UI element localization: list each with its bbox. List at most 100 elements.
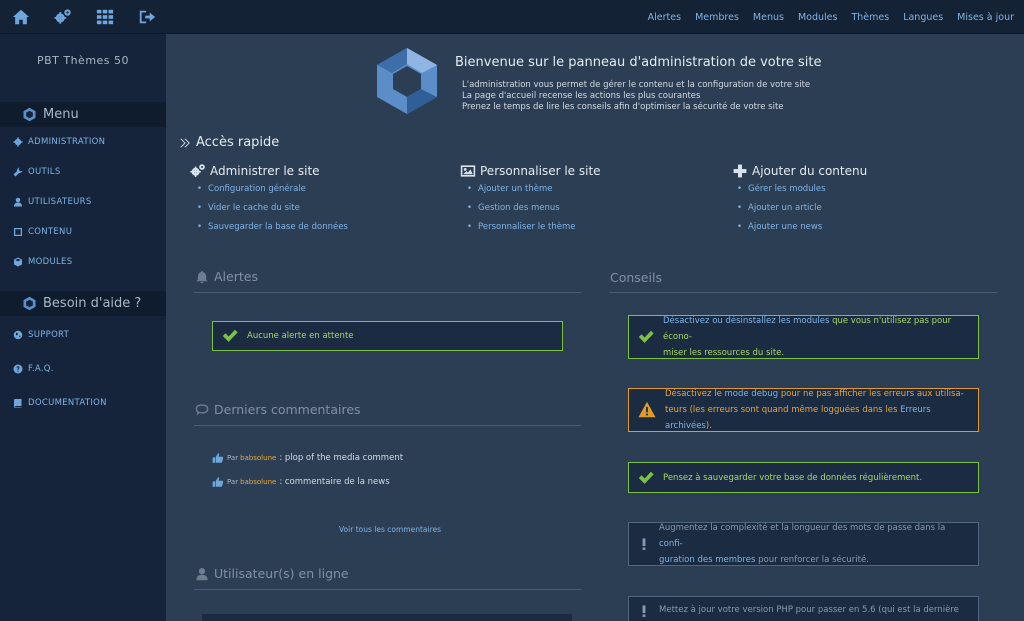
comment-text-link[interactable]: : plop of the media comment (279, 453, 403, 463)
members-config-link[interactable]: confi- (659, 539, 683, 549)
comment-user-link[interactable]: babsolune (240, 454, 276, 462)
quick-col-content-title: Ajouter du contenu (732, 163, 867, 179)
sidebar-item-administration[interactable]: ADMINISTRATION (13, 137, 105, 147)
advice-tip-text: Désactivez ou désinstallez les modules q… (663, 313, 970, 361)
quick-link-backup-db[interactable]: Sauvegarder la base de données (197, 222, 348, 232)
site-title[interactable]: PBT Thèmes 50 (0, 54, 166, 67)
comment-by-label: Par (227, 454, 239, 462)
sidebar-item-utilisateurs[interactable]: UTILISATEURS (13, 197, 92, 207)
welcome-line: L'administration vous permet de gérer le… (462, 80, 811, 90)
quick-link-add-news[interactable]: Ajouter une news (737, 222, 822, 232)
no-alert-text: Aucune alerte en attente (247, 331, 354, 341)
top-link-themes[interactable]: Thèmes (851, 12, 889, 23)
comments-divider (194, 425, 581, 426)
sidebar-item-label: MODULES (28, 257, 73, 267)
phpboost-logo (374, 46, 440, 116)
quick-link-add-theme[interactable]: Ajouter un thème (467, 184, 552, 194)
advice-tip-backup: Pensez à sauvegarder votre base de donné… (628, 462, 979, 493)
thumbs-up-icon (212, 477, 224, 487)
online-divider (194, 589, 581, 590)
comment-icon (195, 403, 209, 416)
debug-mode-link[interactable]: mode debug (725, 389, 779, 399)
top-link-modules[interactable]: Modules (798, 12, 838, 23)
sidebar-item-support[interactable]: SUPPORT (13, 330, 69, 340)
alerts-title-label: Alertes (214, 269, 258, 284)
sidebar-item-label: ADMINISTRATION (28, 137, 106, 147)
advice-tip-text: Mettez à jour votre version PHP pour pas… (659, 605, 959, 615)
tip-text-part: teurs (les erreurs sont quand même loggu… (665, 405, 901, 415)
gear-icon (13, 137, 23, 147)
comment-user-link[interactable]: babsolune (240, 478, 276, 486)
top-nav-links: Alertes Membres Menus Modules Thèmes Lan… (634, 0, 1014, 34)
advice-tip-text: Pensez à sauvegarder votre base de donné… (663, 472, 923, 483)
question-circle-icon (13, 364, 23, 374)
quick-col-admin-title: Administrer le site (190, 163, 320, 179)
plus-icon (733, 164, 747, 178)
square-icon (14, 228, 22, 236)
grid-icon[interactable] (84, 0, 126, 34)
sidebar-item-documentation[interactable]: DOCUMENTATION (13, 398, 107, 408)
quick-link-manage-modules[interactable]: Gérer les modules (737, 184, 826, 194)
help-heading-label: Besoin d'aide ? (43, 296, 142, 311)
advice-tip-debug: Désactivez le mode debug pour ne pas aff… (628, 388, 979, 432)
sidebar: PBT Thèmes 50 Menu ADMINISTRATION OUTILS… (0, 34, 166, 621)
members-config-link[interactable]: guration des membres (659, 555, 755, 565)
user-icon (196, 567, 208, 580)
sidebar-item-faq[interactable]: F.A.Q. (13, 364, 54, 374)
sidebar-item-label: CONTENU (28, 227, 73, 237)
welcome-title: Bienvenue sur le panneau d'administratio… (455, 55, 822, 70)
exclamation-icon (637, 602, 651, 620)
comment-text-link[interactable]: : commentaire de la news (279, 477, 389, 487)
top-link-alertes[interactable]: Alertes (648, 12, 681, 23)
quick-link-menus[interactable]: Gestion des menus (467, 203, 560, 213)
sign-out-icon[interactable] (126, 0, 168, 34)
sidebar-item-outils[interactable]: OUTILS (13, 167, 61, 177)
comment-item: Par babsolune : plop of the media commen… (212, 452, 403, 464)
alerts-title: Alertes (195, 269, 258, 284)
sidebar-item-label: SUPPORT (28, 330, 70, 340)
home-icon[interactable] (0, 0, 42, 34)
see-all-comments-link[interactable]: Voir tous les commentaires (339, 525, 441, 534)
sidebar-item-label: F.A.Q. (28, 364, 54, 374)
sidebar-item-label: UTILISATEURS (28, 197, 92, 207)
top-link-menus[interactable]: Menus (753, 12, 784, 23)
globe-icon (13, 330, 23, 340)
help-heading: Besoin d'aide ? (0, 291, 166, 316)
top-link-mises-a-jour[interactable]: Mises à jour (957, 12, 1014, 23)
online-users-box (202, 614, 572, 621)
quick-link-clear-cache[interactable]: Vider le cache du site (197, 203, 300, 213)
disable-modules-link[interactable]: Désactivez ou désinstallez les modules (663, 316, 829, 326)
no-alert-message: Aucune alerte en attente (212, 321, 563, 351)
quick-col-title-label: Personnaliser le site (480, 164, 601, 178)
quick-access-label: Accès rapide (196, 135, 280, 150)
sidebar-item-label: DOCUMENTATION (28, 398, 107, 408)
tip-text-part: pour ne pas afficher les erreurs aux uti… (778, 389, 964, 399)
check-icon (637, 328, 655, 346)
online-users-title: Utilisateur(s) en ligne (195, 566, 349, 581)
quick-access-title: Accès rapide (178, 135, 279, 150)
cogs-icon (190, 164, 205, 177)
sidebar-item-modules[interactable]: MODULES (13, 257, 72, 267)
quick-link-customize-theme[interactable]: Personnaliser le thème (467, 222, 576, 232)
menu-heading-label: Menu (43, 107, 79, 122)
tip-text-part: Désactivez le (665, 389, 725, 399)
tip-text-part: Augmentez la complexité et la longueur d… (659, 523, 946, 533)
double-chevron-icon (180, 138, 190, 147)
alerts-divider (194, 292, 581, 293)
welcome-line: Prenez le temps de lire les conseils afi… (462, 102, 784, 112)
quick-col-title-label: Ajouter du contenu (752, 164, 868, 178)
wrench-icon (13, 167, 23, 177)
top-link-langues[interactable]: Langues (903, 12, 943, 23)
advice-title: Conseils (610, 270, 662, 285)
advice-tip-text: Désactivez le mode debug pour ne pas aff… (665, 386, 970, 434)
advice-tip-php: Mettez à jour votre version PHP pour pas… (628, 596, 979, 621)
top-link-membres[interactable]: Membres (695, 12, 739, 23)
sidebar-item-contenu[interactable]: CONTENU (13, 227, 72, 237)
cogs-icon[interactable] (42, 0, 84, 34)
quick-link-add-article[interactable]: Ajouter un article (737, 203, 822, 213)
tip-text-part: miser les ressources du site. (663, 348, 785, 358)
advice-divider (609, 292, 997, 293)
book-icon (14, 399, 22, 408)
check-icon (221, 327, 239, 345)
quick-link-config[interactable]: Configuration générale (197, 184, 306, 194)
